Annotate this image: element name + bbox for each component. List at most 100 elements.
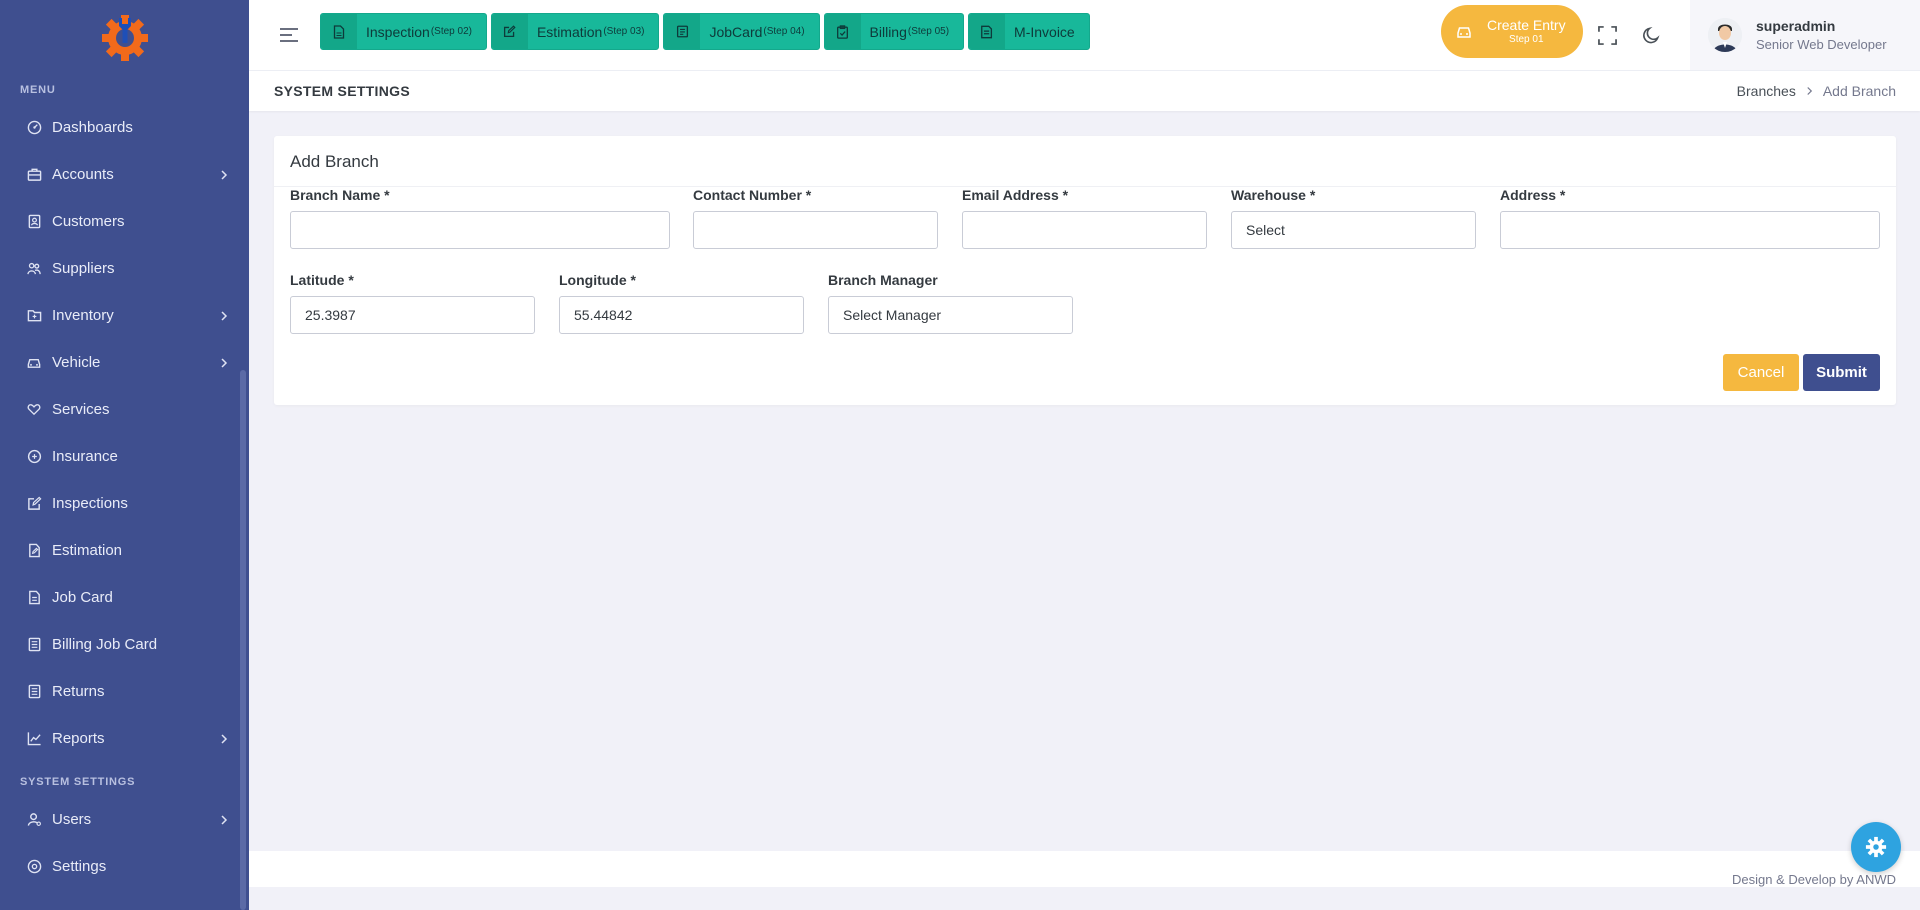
branch-manager-select[interactable]: Select Manager xyxy=(828,296,1073,334)
jobcard-step-button[interactable]: JobCard (Step 04) xyxy=(663,13,820,50)
sidebar-item-label: Services xyxy=(52,401,110,418)
inspection-step-button[interactable]: Inspection (Step 02) xyxy=(320,13,487,50)
heart-hand-icon xyxy=(26,402,42,418)
sidebar-item-suppliers[interactable]: Suppliers xyxy=(0,245,249,292)
chevron-right-icon xyxy=(219,357,229,368)
create-entry-label: Create Entry xyxy=(1487,16,1566,33)
user-profile[interactable]: superadmin Senior Web Developer xyxy=(1690,0,1920,70)
sidebar-item-accounts[interactable]: Accounts xyxy=(0,151,249,198)
sidebar-item-customers[interactable]: Customers xyxy=(0,198,249,245)
user-icon xyxy=(26,812,42,828)
sidebar-item-job-card[interactable]: Job Card xyxy=(0,574,249,621)
sidebar-item-returns[interactable]: Returns xyxy=(0,668,249,715)
step-sub: (Step 04) xyxy=(763,26,805,37)
sidebar-item-dashboards[interactable]: Dashboards xyxy=(0,104,249,151)
dark-mode-moon-icon[interactable] xyxy=(1641,25,1661,45)
sidebar-item-reports[interactable]: Reports xyxy=(0,715,249,762)
gear-wrench-logo-icon xyxy=(101,15,148,61)
sidebar-scrollbar[interactable] xyxy=(240,370,246,910)
app-logo[interactable] xyxy=(0,0,249,72)
footer-credit: Design & Develop by ANWD xyxy=(1731,872,1896,887)
edit-box-icon xyxy=(491,14,528,49)
sidebar-item-label: Settings xyxy=(52,858,107,875)
page-title: SYSTEM SETTINGS xyxy=(274,83,410,99)
sidebar-item-insurance[interactable]: Insurance xyxy=(0,433,249,480)
longitude-label: Longitude * xyxy=(559,272,636,288)
sidebar-item-label: Job Card xyxy=(52,589,113,606)
sidebar-item-vehicle[interactable]: Vehicle xyxy=(0,339,249,386)
latitude-input[interactable]: 25.3987 xyxy=(290,296,535,334)
sidebar-item-estimation[interactable]: Estimation xyxy=(0,527,249,574)
warehouse-group: Warehouse * Select xyxy=(1231,187,1476,249)
car-icon xyxy=(1441,5,1487,58)
chevron-right-icon xyxy=(219,169,229,180)
menu-toggle-icon[interactable] xyxy=(279,25,299,45)
user-role: Senior Web Developer xyxy=(1756,37,1887,52)
sidebar-item-label: Returns xyxy=(52,683,105,700)
step-label: Billing xyxy=(869,23,907,40)
longitude-input[interactable]: 55.44842 xyxy=(559,296,804,334)
sidebar-item-label: Suppliers xyxy=(52,260,115,277)
sidebar-item-label: Dashboards xyxy=(52,119,133,136)
sidebar-item-settings[interactable]: Settings xyxy=(0,843,249,890)
breadcrumb-item-branches[interactable]: Branches xyxy=(1737,83,1796,99)
sidebar-item-users[interactable]: Users xyxy=(0,796,249,843)
latitude-label: Latitude * xyxy=(290,272,354,288)
sidebar-item-inventory[interactable]: Inventory xyxy=(0,292,249,339)
email-address-group: Email Address * xyxy=(962,187,1207,249)
chevron-right-icon xyxy=(219,310,229,321)
edit-box-icon xyxy=(26,496,42,512)
email-address-input[interactable] xyxy=(962,211,1207,249)
create-entry-button[interactable]: Create Entry Step 01 xyxy=(1441,5,1583,58)
submit-button[interactable]: Submit xyxy=(1803,354,1880,391)
user-name: superadmin xyxy=(1756,18,1836,34)
sidebar-item-label: Estimation xyxy=(52,542,123,559)
cancel-button[interactable]: Cancel xyxy=(1723,354,1799,391)
branch-name-input[interactable] xyxy=(290,211,670,249)
file-icon xyxy=(321,14,357,49)
warehouse-select[interactable]: Select xyxy=(1231,211,1476,249)
add-branch-card: Add Branch Branch Name * Contact Number … xyxy=(274,136,1896,405)
clipboard-check-icon xyxy=(824,14,861,49)
fullscreen-icon[interactable] xyxy=(1597,25,1617,45)
users-icon xyxy=(26,261,42,277)
menu-section-title: MENU xyxy=(20,84,56,96)
address-group: Address * xyxy=(1500,187,1880,249)
m-invoice-step-button[interactable]: M-Invoice xyxy=(968,13,1090,50)
address-input[interactable] xyxy=(1500,211,1880,249)
contact-number-label: Contact Number * xyxy=(693,187,812,203)
car-icon xyxy=(26,355,42,371)
step-label: Estimation xyxy=(536,23,603,40)
contact-number-group: Contact Number * xyxy=(693,187,938,249)
footer: Design & Develop by ANWD xyxy=(249,851,1920,887)
step-label: Inspection xyxy=(366,23,430,40)
contact-number-input[interactable] xyxy=(693,211,938,249)
sidebar-item-label: Inventory xyxy=(52,307,114,324)
settings-gear-fab[interactable] xyxy=(1851,822,1901,872)
billing-step-button[interactable]: Billing (Step 05) xyxy=(823,13,965,50)
list-icon xyxy=(26,637,42,653)
step-sub: (Step 02) xyxy=(430,26,472,37)
invoice-icon xyxy=(969,14,1006,49)
page-title-bar: SYSTEM SETTINGS Branches Add Branch xyxy=(249,71,1920,111)
card-title: Add Branch xyxy=(274,136,1896,187)
step-label: M-Invoice xyxy=(1014,23,1075,40)
sidebar-item-label: Customers xyxy=(52,213,125,230)
sidebar-item-label: Reports xyxy=(52,730,105,747)
sidebar-item-billing-job-card[interactable]: Billing Job Card xyxy=(0,621,249,668)
sidebar-item-inspections[interactable]: Inspections xyxy=(0,480,249,527)
sidebar-item-services[interactable]: Services xyxy=(0,386,249,433)
sidebar-item-label: Vehicle xyxy=(52,354,101,371)
topbar: Inspection (Step 02) Estimation (Step 03) … xyxy=(249,0,1920,71)
shield-icon xyxy=(26,449,42,465)
avatar xyxy=(1708,18,1742,52)
sidebar: MENU Dashboards Accounts Customers Suppl… xyxy=(0,0,249,910)
system-settings-section-title: SYSTEM SETTINGS xyxy=(20,776,136,788)
chart-line-icon xyxy=(26,731,42,747)
latitude-group: Latitude * 25.3987 xyxy=(290,272,535,334)
step-sub: (Step 05) xyxy=(907,26,950,37)
file-icon xyxy=(26,590,42,606)
create-entry-sub: Step 01 xyxy=(1509,34,1544,45)
chevron-right-icon xyxy=(1806,84,1813,99)
estimation-step-button[interactable]: Estimation (Step 03) xyxy=(490,13,660,50)
